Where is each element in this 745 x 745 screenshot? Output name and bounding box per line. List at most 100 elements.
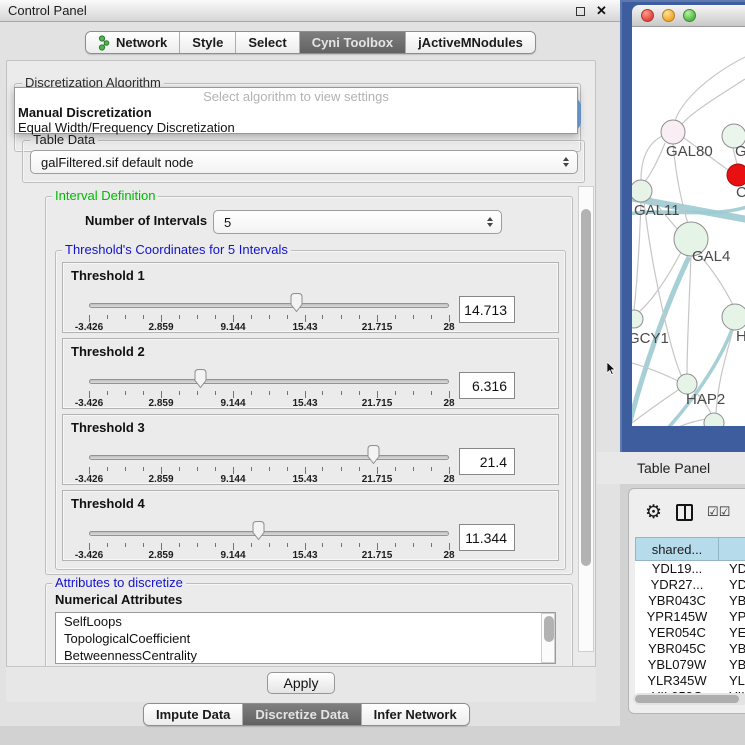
checkboxes-icon[interactable]: ☑☑ (707, 504, 730, 520)
algorithm-option-manual-discretization[interactable]: Manual Discretization (15, 105, 577, 120)
close-icon[interactable]: ✕ (596, 3, 607, 19)
table-cell: YDL1 (719, 561, 745, 577)
top-tab-bar: Network Style Select Cyni ToolboxjActiveMNo… (85, 31, 536, 54)
slider-handle[interactable] (250, 520, 267, 541)
table-cell: YDL19... (635, 561, 719, 577)
slider-track[interactable] (89, 455, 449, 460)
network-edge[interactable] (682, 79, 745, 124)
tab-cyni-toolbox[interactable]: Cyni Toolbox (300, 32, 406, 53)
close-button[interactable] (641, 9, 654, 22)
table-panel-header: Table Panel (597, 452, 745, 484)
network-node-h[interactable] (722, 304, 745, 330)
algorithm-popup-hint: Select algorithm to view settings (15, 88, 577, 105)
slider-track[interactable] (89, 379, 449, 384)
column-header-n[interactable]: n (719, 537, 745, 561)
threshold-panel-1: Threshold 1 -3.4262.8599.14415.4321.71528… (62, 262, 559, 333)
network-window-titlebar (632, 5, 745, 27)
columns-icon[interactable] (676, 504, 693, 521)
tab-discretize-data[interactable]: Discretize Data (243, 704, 361, 725)
slider-handle[interactable] (288, 292, 305, 313)
threshold-value-field[interactable]: 14.713 (459, 296, 515, 323)
table-data-combo[interactable]: galFiltered.sif default node (30, 150, 578, 174)
network-node-gal80[interactable] (661, 120, 685, 144)
control-panel-title: Control Panel (8, 3, 87, 18)
tab-network[interactable]: Network (86, 32, 180, 53)
table-h-scrollbar-thumb[interactable] (635, 695, 739, 703)
threshold-panel-3: Threshold 3-3.4262.8599.14415.4321.71528… (62, 414, 559, 485)
table-row[interactable]: YPR145WYPR1 (635, 609, 745, 625)
gear-icon[interactable]: ⚙ (645, 503, 662, 522)
tab-select[interactable]: Select (236, 32, 299, 53)
number-of-intervals-value: 5 (224, 215, 231, 230)
thresholds-group-label: Threshold's Coordinates for 5 Intervals (62, 243, 291, 257)
table-row[interactable]: YBR045CYBR0 (635, 641, 745, 657)
network-node-label: GAL80 (666, 143, 713, 160)
list-item[interactable]: SelfLoops (56, 613, 555, 630)
network-edge[interactable] (644, 143, 665, 182)
slider-handle[interactable] (365, 444, 382, 465)
network-edge[interactable] (687, 256, 691, 374)
table-cell: YLR3 (719, 673, 745, 689)
slider-track[interactable] (89, 531, 449, 536)
slider-tick-labels: -3.4262.8599.14415.4321.71528 (89, 474, 449, 485)
number-of-intervals-label: Number of Intervals (85, 213, 207, 228)
list-scrollbar[interactable] (541, 613, 555, 663)
apply-button[interactable]: Apply (267, 672, 335, 694)
list-item[interactable]: BetweennessCentrality (56, 647, 555, 664)
numerical-attributes-list[interactable]: SelfLoopsTopologicalCoefficientBetweenne… (55, 612, 556, 664)
table-row[interactable]: YBR043CYBR0 (635, 593, 745, 609)
table-cell: YBL079W (635, 657, 719, 673)
network-node-label: GAL11 (634, 202, 680, 219)
network-node-gcy1[interactable] (632, 310, 643, 328)
tab-label: Select (248, 35, 286, 50)
float-window-icon[interactable] (576, 7, 585, 16)
network-edge[interactable] (632, 363, 678, 381)
table-cell: YDR2 (719, 577, 745, 593)
threshold-label: Threshold 1 (71, 268, 145, 283)
zoom-button[interactable] (683, 9, 696, 22)
threshold-value-field[interactable]: 21.4 (459, 448, 515, 475)
network-node-c[interactable] (727, 164, 745, 186)
network-edge[interactable] (636, 252, 681, 314)
tab-label: Impute Data (156, 707, 230, 722)
tab-infer-network[interactable]: Infer Network (362, 704, 469, 725)
combo-stepper-icon (487, 217, 493, 227)
table-h-scrollbar[interactable] (633, 693, 745, 705)
threshold-value-field[interactable]: 11.344 (459, 524, 515, 551)
slider-track[interactable] (89, 303, 449, 308)
table-row[interactable]: YBL079WYBL0 (635, 657, 745, 673)
slider-handle[interactable] (192, 368, 209, 389)
tab-label: Network (116, 35, 167, 50)
tab-impute-data[interactable]: Impute Data (144, 704, 243, 725)
tab-jactivemnodules[interactable]: jActiveMNodules (406, 32, 535, 53)
network-node[interactable] (704, 413, 724, 426)
mouse-cursor (607, 362, 617, 376)
table-row[interactable]: YDR27...YDR2 (635, 577, 745, 593)
list-scrollbar-thumb[interactable] (544, 616, 554, 642)
apply-bar: Apply (6, 666, 596, 702)
number-of-intervals-combo[interactable]: 5 (213, 210, 502, 234)
algorithm-popup: Select algorithm to view settings Manual… (14, 87, 578, 134)
network-canvas[interactable]: GAL80GCGAL11GAL4GCY1HHAP2 (632, 27, 745, 426)
tab-label: Style (192, 35, 223, 50)
table-row[interactable]: YER054CYER0 (635, 625, 745, 641)
network-node-gal11[interactable] (632, 180, 652, 202)
table-row[interactable]: YDL19...YDL1 (635, 561, 745, 577)
numerical-attributes-label: Numerical Attributes (55, 592, 182, 607)
panel-scrollbar-thumb[interactable] (581, 209, 591, 566)
network-node-label: HAP2 (686, 391, 725, 408)
table-row[interactable]: YLR345WYLR3 (635, 673, 745, 689)
minimize-button[interactable] (662, 9, 675, 22)
network-edge[interactable] (675, 57, 745, 121)
slider-tick-labels: -3.4262.8599.14415.4321.71528 (89, 322, 449, 333)
algorithm-option-equal-width-frequency-discretization[interactable]: Equal Width/Frequency Discretization (15, 120, 577, 135)
slider-tick-labels: -3.4262.8599.14415.4321.71528 (89, 550, 449, 561)
panel-scrollbar[interactable] (578, 186, 594, 652)
threshold-value-field[interactable]: 6.316 (459, 372, 515, 399)
table-panel-title: Table Panel (637, 460, 710, 476)
tab-style[interactable]: Style (180, 32, 236, 53)
column-header-shared-[interactable]: shared... (635, 537, 719, 561)
node-table[interactable]: shared...n YDL19...YDL1YDR27...YDR2YBR04… (635, 537, 745, 698)
bottom-tab-bar: Impute Data Discretize DataInfer Network (143, 703, 470, 726)
list-item[interactable]: TopologicalCoefficient (56, 630, 555, 647)
